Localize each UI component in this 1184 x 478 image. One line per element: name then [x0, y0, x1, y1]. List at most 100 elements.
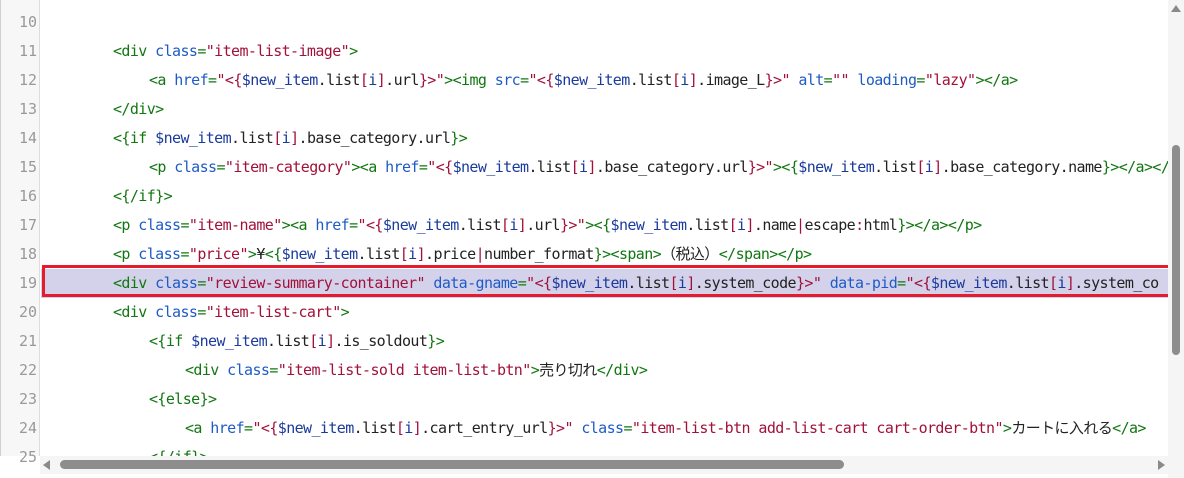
code-token: "item-list-cart": [205, 303, 342, 321]
code-token: "<{: [252, 419, 278, 437]
code-line[interactable]: <p class="item-category"><a href="<{$new…: [41, 153, 1168, 182]
code-token: "<{: [528, 71, 555, 89]
code-line[interactable]: <{/if}>: [41, 182, 173, 211]
code-token: ]: [376, 71, 386, 89]
code-token: }>: [450, 129, 468, 147]
code-token: class: [155, 274, 198, 292]
scrollbar-horizontal-thumb[interactable]: [60, 460, 844, 469]
code-line[interactable]: <p class="item-name"><a href="<{$new_ite…: [41, 211, 982, 240]
code-token: ]: [517, 216, 527, 234]
code-token: .list: [686, 216, 729, 234]
code-token: =: [180, 216, 189, 234]
code-token: .base_category.url: [595, 158, 748, 176]
code-token: [: [395, 419, 405, 437]
code-token: }><span>: [593, 245, 662, 263]
code-line[interactable]: <div class="review-summary-container" da…: [41, 269, 1168, 298]
code-token: =: [418, 158, 428, 176]
code-token: [: [669, 274, 678, 292]
line-number-gutter: 10 11 12 13 14 15 16 17 18 19 20 21 22 23 24 25: [0, 0, 40, 466]
code-token: =: [520, 71, 529, 89]
code-token: }></a></: [1101, 158, 1168, 176]
code-token: i: [1057, 274, 1066, 292]
code-token: class: [227, 361, 270, 379]
code-token: .: [317, 71, 327, 89]
code-line[interactable]: <div class="item-list-image">: [41, 37, 358, 66]
line-number: 12: [18, 71, 37, 89]
code-token: =: [180, 245, 189, 263]
code-token: </div>: [113, 100, 164, 118]
code-token: .list: [627, 274, 670, 292]
code-token: ]: [290, 129, 299, 147]
code-token: $new_item: [382, 216, 459, 234]
line-number: 22: [18, 361, 37, 379]
line-number: 18: [18, 245, 37, 263]
code-token: [: [273, 129, 282, 147]
code-token: [: [309, 332, 318, 350]
code-token: ]: [745, 216, 754, 234]
code-token: "review-summary-container": [205, 274, 426, 292]
code-token: $new_item: [610, 216, 687, 234]
code-token: src: [494, 71, 521, 89]
scrollbar-horizontal[interactable]: [40, 456, 1168, 474]
code-token: <{if: [113, 129, 156, 147]
code-token: >: [340, 303, 350, 321]
code-line[interactable]: <a href = "<{$new_item.list[i].cart_entry_…: [41, 414, 1146, 443]
code-line[interactable]: <{/if}>: [41, 443, 209, 456]
code-token: 売り切れ: [539, 361, 597, 379]
code-line[interactable]: <{else}>: [41, 385, 217, 414]
line-number: 15: [18, 158, 37, 176]
code-token: href: [385, 158, 419, 176]
code-token: i: [408, 245, 417, 263]
line-number: 20: [18, 303, 37, 321]
code-line[interactable]: <p class="price">¥<{$new_item.list[i].pr…: [41, 240, 812, 269]
code-token: =: [517, 274, 527, 292]
code-token: <p: [149, 158, 175, 176]
code-token: =: [197, 42, 206, 60]
scrollbar-vertical[interactable]: [1168, 0, 1184, 456]
code-token: =: [197, 303, 206, 321]
line-number: 24: [18, 419, 37, 437]
code-token: "item-name": [188, 216, 282, 234]
code-token: i: [281, 129, 291, 147]
code-line[interactable]: </div>: [41, 95, 164, 124]
code-area[interactable]: <div class="item-list-image"> <a href="<{…: [41, 0, 1168, 456]
code-token: data-pid: [821, 274, 898, 292]
code-token: i: [317, 332, 327, 350]
code-token: >: [530, 361, 540, 379]
code-token: </span></p>: [718, 245, 812, 263]
code-token: $new_item: [553, 71, 630, 89]
code-token: ><{: [772, 158, 799, 176]
code-token: "item-list-sold item-list-btn": [277, 361, 532, 379]
scroll-left-arrow-icon[interactable]: [43, 460, 50, 470]
line-number: 11: [18, 42, 37, 60]
code-token: $new_item: [155, 129, 232, 147]
code-token: class: [155, 303, 198, 321]
code-token: }>: [427, 332, 445, 350]
code-token: :: [855, 216, 864, 234]
scroll-right-arrow-icon[interactable]: [1158, 460, 1165, 470]
code-token: "item-list-image": [205, 42, 350, 60]
code-token: "item-list-btn add-list-cart cart-order-…: [631, 419, 1004, 437]
code-line[interactable]: <div class="item-list-sold item-list-btn…: [41, 356, 648, 385]
code-token: <div: [185, 361, 228, 379]
code-token: }>": [795, 274, 822, 292]
code-token: $new_item: [930, 274, 1007, 292]
scrollbar-vertical-thumb[interactable]: [1172, 145, 1180, 355]
code-token: data-gname: [424, 274, 518, 292]
code-line[interactable]: <a href="<{$new_item.list[i].url}>"><img…: [41, 66, 1018, 95]
code-token: .url: [385, 71, 419, 89]
code-token: $new_item: [281, 245, 358, 263]
code-line[interactable]: <{if $new_item.list[i].base_category.url…: [41, 124, 468, 153]
line-number: 23: [18, 390, 37, 408]
code-token: .list: [267, 332, 310, 350]
code-token: class: [155, 42, 198, 60]
scroll-up-arrow-icon[interactable]: [1171, 5, 1181, 12]
code-line[interactable]: <div class="item-list-cart">: [41, 298, 350, 327]
code-token: ></a>: [975, 71, 1018, 89]
code-token: i: [509, 216, 518, 234]
code-line[interactable]: <{if $new_item.list[i].is_soldout}>: [41, 327, 445, 356]
code-token: .list: [353, 419, 397, 437]
code-token: "": [832, 71, 849, 89]
code-editor[interactable]: 10 11 12 13 14 15 16 17 18 19 20 21 22 23 24 25 <div cl…: [0, 0, 1184, 478]
code-token: カートに入れる: [1011, 419, 1113, 437]
